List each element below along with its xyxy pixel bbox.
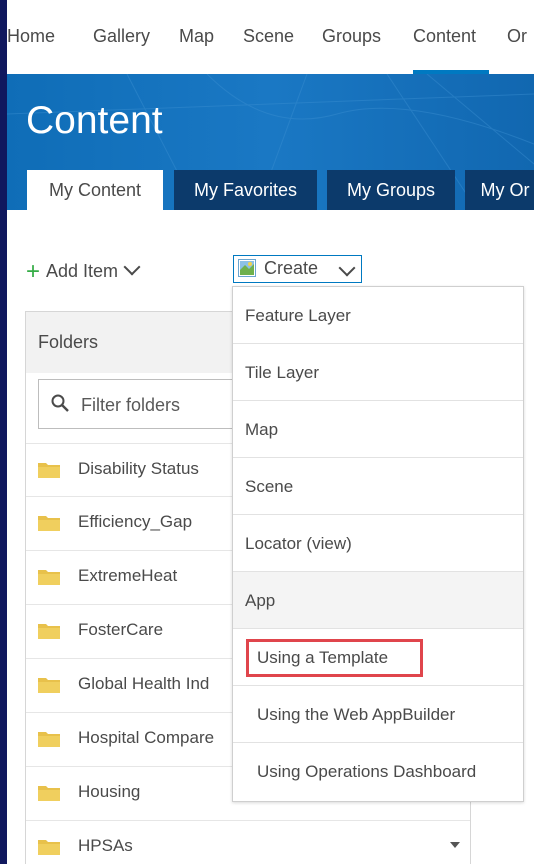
menu-item-label: Scene: [245, 477, 294, 496]
folder-icon: [38, 786, 60, 801]
menu-item-feature-layer[interactable]: Feature Layer: [233, 287, 523, 344]
tab-my-favorites[interactable]: My Favorites: [174, 170, 317, 210]
menu-item-using-operations-dashboard[interactable]: Using Operations Dashboard: [233, 743, 523, 800]
nav-content[interactable]: Content: [413, 26, 476, 47]
folder-name: Hospital Compare: [78, 728, 215, 747]
folder-name: Disability Status: [78, 459, 199, 478]
create-button[interactable]: Create: [233, 255, 362, 283]
menu-item-label: Locator (view): [245, 534, 352, 553]
folder-name: HPSAs: [78, 836, 133, 855]
folder-icon: [38, 463, 60, 478]
nav-map[interactable]: Map: [179, 26, 214, 47]
tab-my-organization[interactable]: My Or: [465, 170, 534, 210]
create-dropdown-menu: Feature Layer Tile Layer Map Scene Locat…: [232, 286, 524, 802]
menu-item-locator-view[interactable]: Locator (view): [233, 515, 523, 572]
nav-groups[interactable]: Groups: [322, 26, 381, 47]
add-item-label: Add Item: [46, 261, 119, 281]
nav-home[interactable]: Home: [7, 26, 55, 47]
folder-icon: [38, 732, 60, 747]
page-title: Content: [26, 99, 163, 142]
menu-group-label: App: [245, 591, 276, 610]
content-banner: Content My Content My Favorites My Group…: [7, 74, 534, 210]
folder-name: Global Health Ind: [78, 674, 210, 693]
app-frame: Home Gallery Map Scene Groups Content Or…: [7, 0, 534, 864]
scroll-down-arrow[interactable]: [450, 842, 460, 848]
menu-item-label: Feature Layer: [245, 306, 351, 325]
folder-icon: [38, 624, 60, 639]
chevron-down-icon: [338, 259, 356, 277]
folder-icon: [38, 840, 60, 855]
folder-icon: [38, 516, 60, 531]
menu-group-app: App: [233, 572, 523, 629]
folder-icon: [38, 570, 60, 585]
filter-folders-input[interactable]: [79, 390, 233, 420]
create-label: Create: [264, 258, 319, 278]
tab-my-groups[interactable]: My Groups: [327, 170, 455, 210]
chevron-down-icon: [123, 258, 141, 276]
menu-item-tile-layer[interactable]: Tile Layer: [233, 344, 523, 401]
folder-name: FosterCare: [78, 620, 164, 639]
create-app-icon: [238, 259, 256, 277]
folder-icon: [38, 678, 60, 693]
search-icon: [51, 394, 69, 412]
menu-item-label: Using Operations Dashboard: [257, 762, 477, 781]
menu-item-using-web-appbuilder[interactable]: Using the Web AppBuilder: [233, 686, 523, 743]
folder-item[interactable]: HPSAs: [26, 821, 470, 864]
menu-item-label: Using the Web AppBuilder: [257, 705, 456, 724]
nav-gallery[interactable]: Gallery: [93, 26, 150, 47]
plus-icon: +: [26, 258, 41, 285]
nav-scene[interactable]: Scene: [243, 26, 294, 47]
folder-name: ExtremeHeat: [78, 566, 178, 585]
menu-item-using-a-template[interactable]: Using a Template: [233, 629, 523, 686]
menu-item-label: Tile Layer: [245, 363, 320, 382]
tab-my-content[interactable]: My Content: [27, 170, 163, 210]
add-item-button[interactable]: + Add Item: [26, 258, 141, 286]
menu-item-scene[interactable]: Scene: [233, 458, 523, 515]
menu-item-map[interactable]: Map: [233, 401, 523, 458]
folder-name: Efficiency_Gap: [78, 512, 193, 531]
folder-name: Housing: [78, 782, 141, 801]
menu-item-label: Map: [245, 420, 279, 439]
top-navigation: Home Gallery Map Scene Groups Content Or: [7, 0, 534, 74]
nav-organization[interactable]: Or: [507, 26, 527, 47]
folders-title: Folders: [38, 332, 99, 352]
menu-item-label: Using a Template: [257, 648, 389, 667]
